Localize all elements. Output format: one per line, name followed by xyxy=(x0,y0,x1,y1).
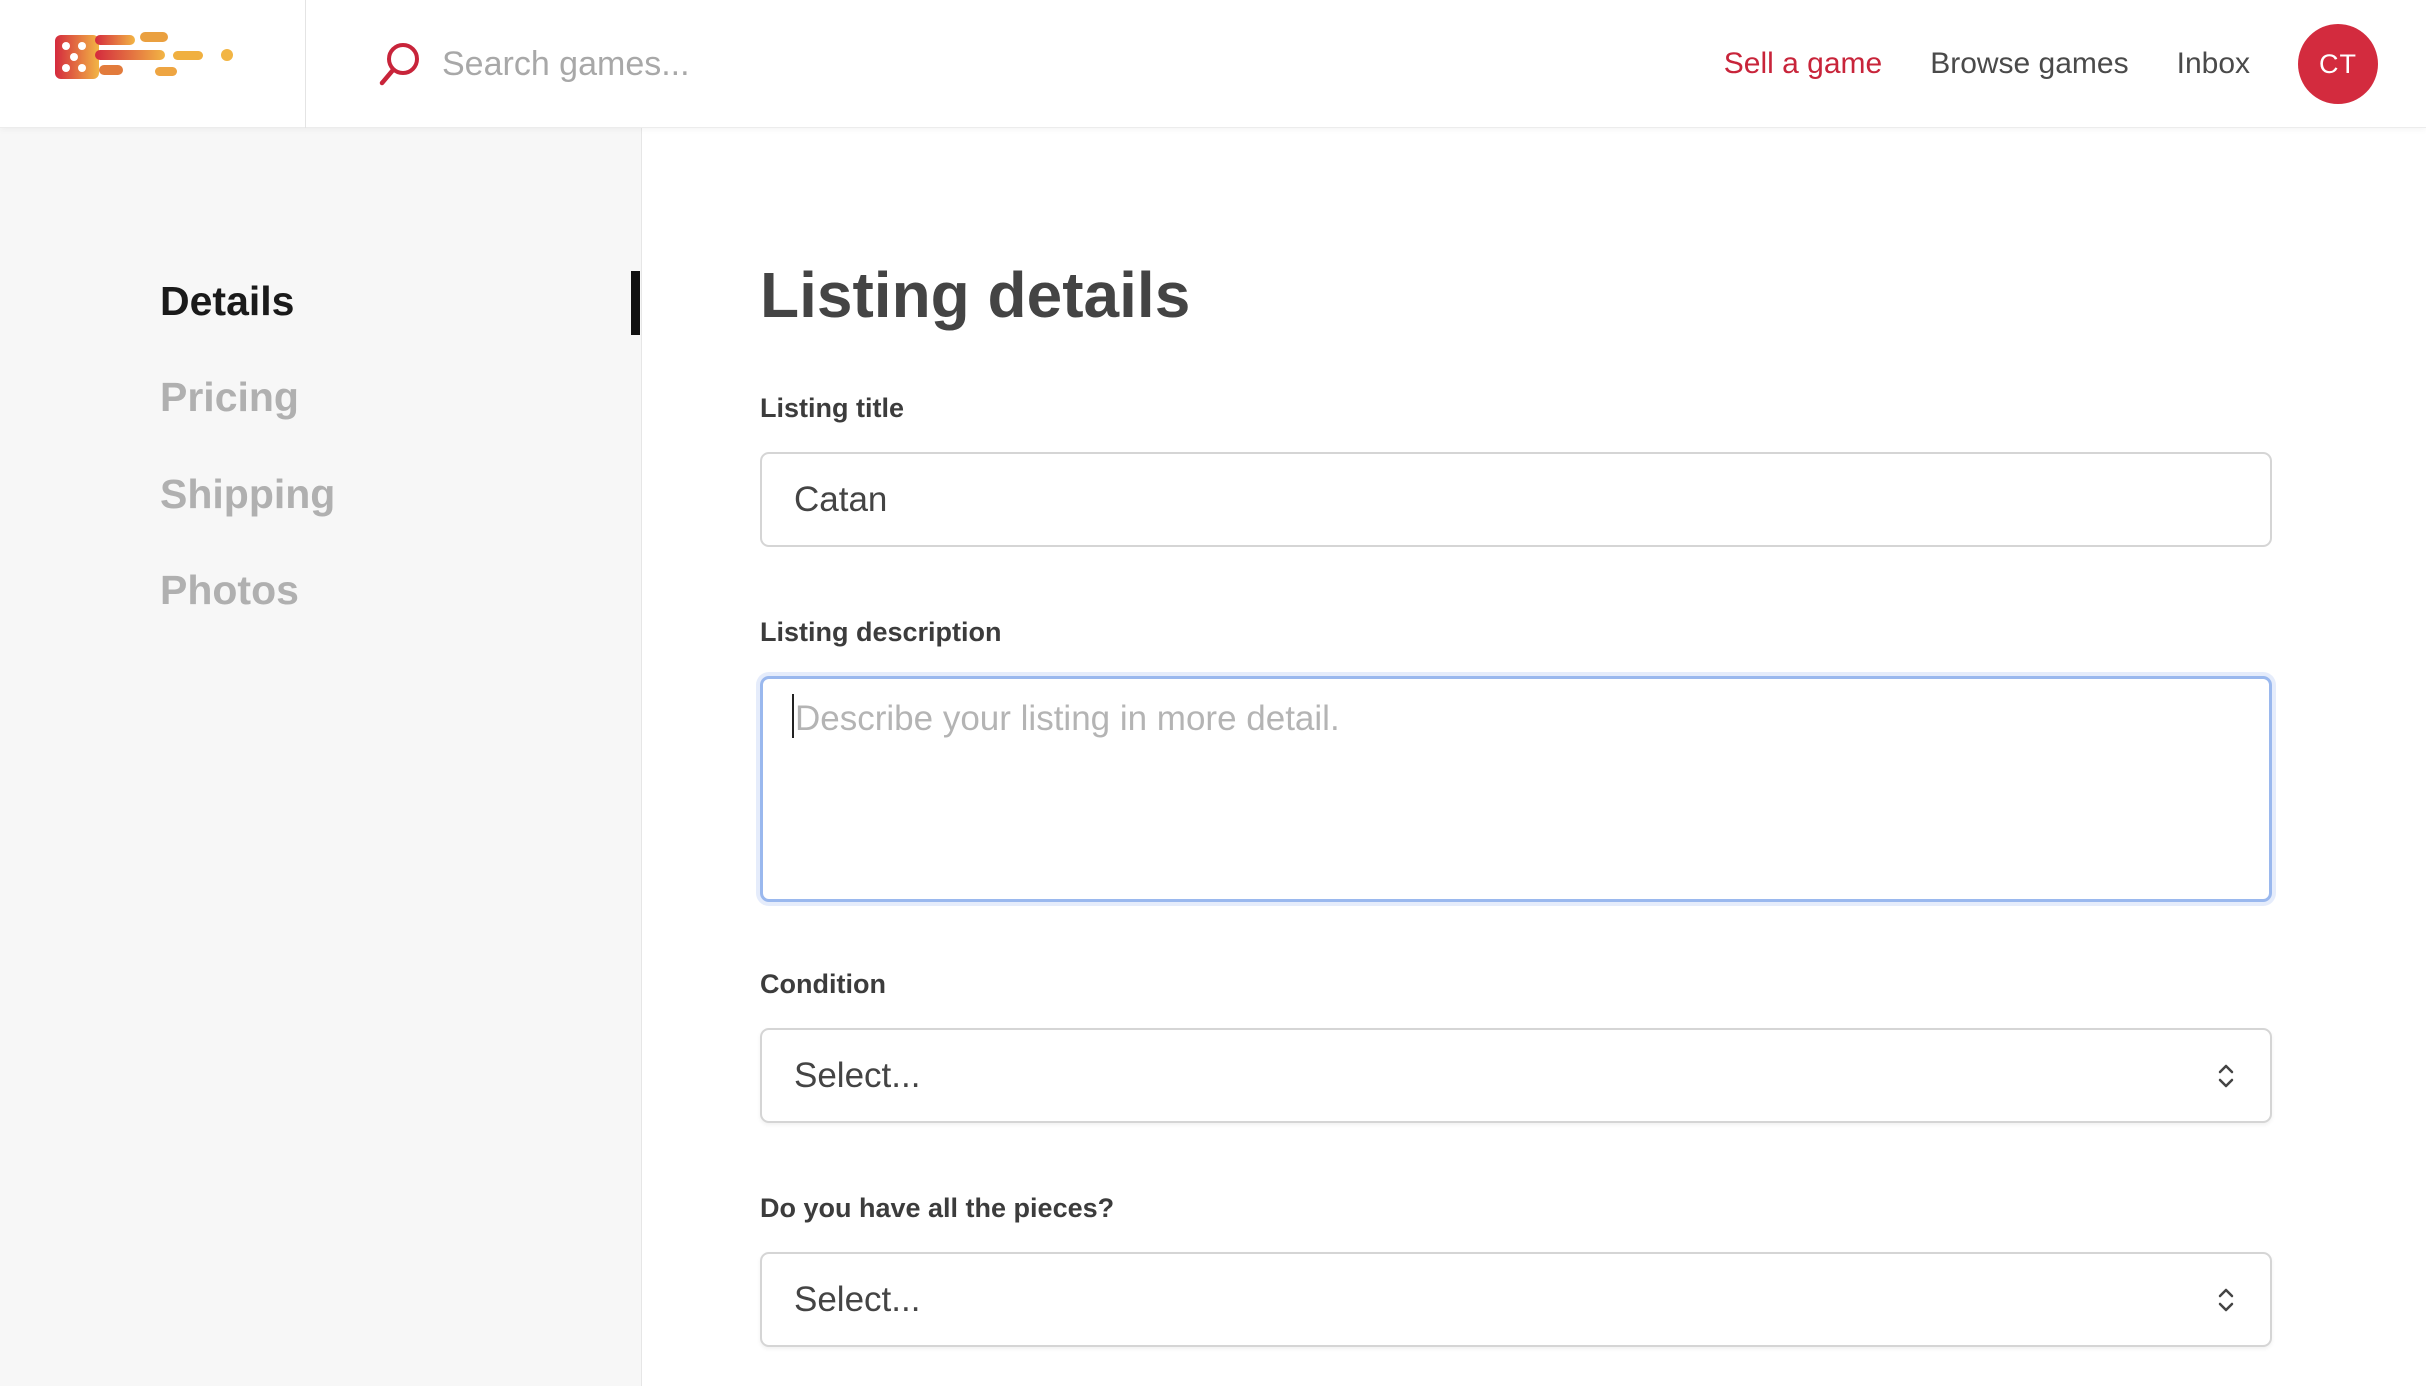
listing-description-label: Listing description xyxy=(760,617,1002,647)
search-input[interactable] xyxy=(442,44,1042,84)
select-arrows-icon xyxy=(2218,1288,2234,1311)
top-bar: Sell a game Browse games Inbox CT xyxy=(0,0,2426,128)
listing-description-textarea[interactable] xyxy=(760,676,2272,902)
active-section-indicator xyxy=(631,271,640,335)
avatar[interactable]: CT xyxy=(2298,24,2378,104)
listing-form: Listing details Listing title Listing de… xyxy=(643,128,2426,1386)
listing-title-label: Listing title xyxy=(760,393,904,423)
condition-select-value: Select... xyxy=(794,1055,921,1095)
search-icon xyxy=(379,43,419,86)
text-caret xyxy=(792,694,794,738)
sidebar-item-details[interactable]: Details xyxy=(160,278,294,325)
sidebar-item-photos[interactable]: Photos xyxy=(160,567,299,614)
all-pieces-label: Do you have all the pieces? xyxy=(760,1193,1115,1223)
avatar-initials: CT xyxy=(2319,48,2357,79)
condition-select[interactable]: Select... xyxy=(760,1028,2272,1123)
search-bar xyxy=(376,30,1076,98)
all-pieces-select[interactable]: Select... xyxy=(760,1252,2272,1347)
nav-menu: Sell a game Browse games Inbox CT xyxy=(1724,0,2426,128)
nav-sell-a-game[interactable]: Sell a game xyxy=(1724,47,1882,81)
logo[interactable] xyxy=(0,0,306,128)
condition-label: Condition xyxy=(760,969,886,999)
sidebar: Details Pricing Shipping Photos xyxy=(0,128,642,1386)
dice-speed-logo xyxy=(55,32,233,79)
nav-inbox[interactable]: Inbox xyxy=(2177,47,2250,81)
select-arrows-icon xyxy=(2218,1064,2234,1087)
nav-browse-games[interactable]: Browse games xyxy=(1930,47,2128,81)
sidebar-item-shipping[interactable]: Shipping xyxy=(160,471,335,518)
page-title: Listing details xyxy=(760,259,1191,331)
all-pieces-select-value: Select... xyxy=(794,1279,921,1319)
listing-title-input[interactable] xyxy=(760,452,2272,547)
sidebar-item-pricing[interactable]: Pricing xyxy=(160,374,299,421)
